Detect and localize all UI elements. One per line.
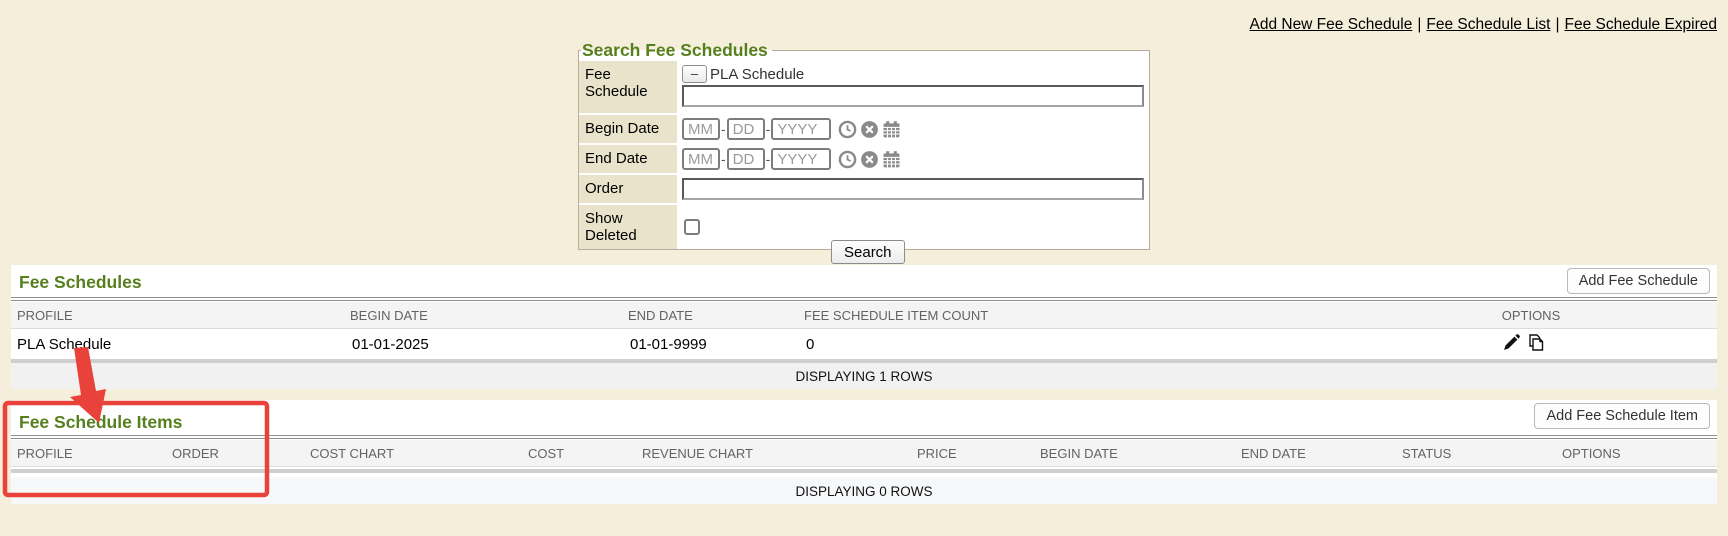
end-date-month-input[interactable]: [682, 148, 720, 170]
begin-date-month-input[interactable]: [682, 118, 720, 140]
fee-schedule-expired-link[interactable]: Fee Schedule Expired: [1564, 16, 1717, 33]
cell-begin-date: 01-01-2025: [352, 336, 429, 353]
end-date-label: End Date: [579, 145, 677, 173]
clear-date-icon[interactable]: [860, 120, 879, 139]
begin-date-day-input[interactable]: [727, 118, 765, 140]
end-date-day-input[interactable]: [727, 148, 765, 170]
clock-icon[interactable]: [838, 150, 857, 169]
cell-item-count: 0: [806, 336, 814, 353]
order-input[interactable]: [682, 178, 1144, 200]
fee-schedules-header-row: PROFILE BEGIN DATE END DATE FEE SCHEDULE…: [11, 302, 1717, 329]
add-fee-schedule-item-button[interactable]: Add Fee Schedule Item: [1534, 403, 1710, 429]
search-fee-schedules-panel: Search Fee Schedules Fee Schedule – PLA …: [578, 40, 1150, 250]
link-separator: |: [1417, 16, 1421, 33]
link-separator: |: [1555, 16, 1559, 33]
search-panel-title: Search Fee Schedules: [581, 40, 772, 61]
col-revenue-chart: REVENUE CHART: [642, 446, 753, 461]
section-divider: [11, 297, 1717, 301]
date-dash: -: [766, 121, 771, 137]
begin-date-year-input[interactable]: [771, 118, 831, 140]
tree-item-pla-schedule[interactable]: PLA Schedule: [710, 66, 804, 83]
fee-schedules-title: Fee Schedules: [19, 272, 142, 293]
calendar-icon[interactable]: [882, 120, 901, 139]
date-dash: -: [721, 151, 726, 167]
fee-schedule-list-link[interactable]: Fee Schedule List: [1426, 16, 1550, 33]
col-order: ORDER: [172, 446, 219, 461]
fee-schedule-table-row: PLA Schedule 01-01-2025 01-01-9999 0: [11, 330, 1717, 359]
col-cost: COST: [528, 446, 564, 461]
row-separator: [11, 469, 1717, 473]
fee-schedule-items-footer: DISPLAYING 0 ROWS: [11, 478, 1717, 504]
section-divider: [11, 435, 1717, 439]
order-label: Order: [579, 175, 677, 203]
add-fee-schedule-button[interactable]: Add Fee Schedule: [1567, 268, 1710, 294]
col-item-count: FEE SCHEDULE ITEM COUNT: [804, 308, 988, 323]
begin-date-label: Begin Date: [579, 115, 677, 143]
cell-end-date: 01-01-9999: [630, 336, 707, 353]
show-deleted-checkbox[interactable]: [684, 219, 700, 235]
clear-date-icon[interactable]: [860, 150, 879, 169]
tree-collapse-button[interactable]: –: [682, 65, 707, 83]
col-profile: PROFILE: [17, 446, 73, 461]
fee-schedules-section: Fee Schedules Add Fee Schedule PROFILE B…: [11, 265, 1717, 389]
fee-schedule-items-section: Fee Schedule Items Add Fee Schedule Item…: [11, 400, 1717, 504]
top-nav: Add New Fee Schedule | Fee Schedule List | F…: [1249, 16, 1717, 34]
show-deleted-label: Show Deleted: [579, 205, 677, 249]
fee-schedule-input[interactable]: [682, 85, 1144, 107]
search-button[interactable]: Search: [831, 240, 905, 264]
col-price: PRICE: [917, 446, 957, 461]
cell-profile: PLA Schedule: [17, 336, 111, 353]
col-begin-date: BEGIN DATE: [1040, 446, 1118, 461]
end-date-year-input[interactable]: [771, 148, 831, 170]
fee-schedules-footer: DISPLAYING 1 ROWS: [11, 363, 1717, 389]
edit-icon[interactable]: [1501, 333, 1521, 353]
fee-schedule-items-header-row: PROFILE ORDER COST CHART COST REVENUE CH…: [11, 440, 1717, 467]
col-begin-date: BEGIN DATE: [350, 308, 428, 323]
date-dash: -: [721, 121, 726, 137]
col-cost-chart: COST CHART: [310, 446, 394, 461]
col-profile: PROFILE: [17, 308, 73, 323]
col-options: OPTIONS: [1451, 308, 1611, 323]
col-end-date: END DATE: [1241, 446, 1306, 461]
fee-schedule-items-title: Fee Schedule Items: [19, 412, 182, 433]
fee-schedule-label: Fee Schedule: [579, 61, 677, 113]
col-options: OPTIONS: [1562, 446, 1621, 461]
clock-icon[interactable]: [838, 120, 857, 139]
copy-icon[interactable]: [1526, 333, 1546, 353]
col-end-date: END DATE: [628, 308, 693, 323]
row-options: [1501, 333, 1546, 353]
add-new-fee-schedule-link[interactable]: Add New Fee Schedule: [1249, 16, 1412, 33]
col-status: STATUS: [1402, 446, 1451, 461]
calendar-icon[interactable]: [882, 150, 901, 169]
date-dash: -: [766, 151, 771, 167]
